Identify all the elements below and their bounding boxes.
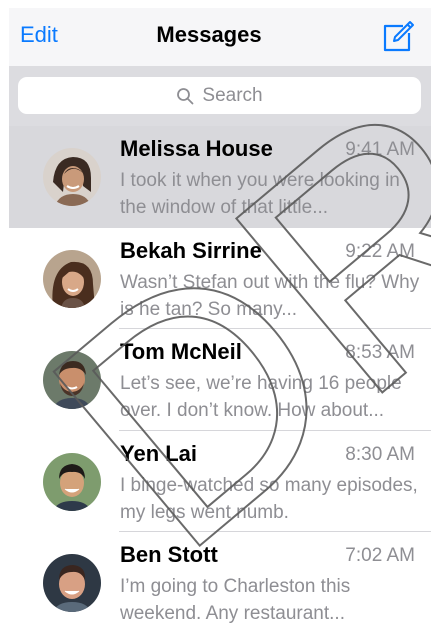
message-preview: I took it when you were looking in the w… xyxy=(120,170,400,218)
message-preview: Wasn’t Stefan out with the flu? Why is h… xyxy=(120,271,420,320)
messages-screen: Edit Messages Search Melissa House 9:41 … xyxy=(9,8,431,625)
message-time: 9:41 AM xyxy=(345,139,415,160)
conversation-row-tom-mcneil[interactable]: Tom McNeil 8:53 AM Let’s see, we’re havi… xyxy=(9,329,431,431)
contact-name: Bekah Sirrine xyxy=(120,237,262,263)
compose-icon[interactable] xyxy=(381,20,415,54)
message-time: 8:53 AM xyxy=(345,342,415,363)
message-time: 8:30 AM xyxy=(345,443,415,465)
conversation-row-melissa-house[interactable]: Melissa House 9:41 AM I took it when you… xyxy=(9,126,431,228)
message-preview: I’m going to Charleston this weekend. An… xyxy=(120,576,351,624)
page-title: Messages xyxy=(156,22,262,47)
search-bar: Search xyxy=(9,66,431,126)
avatar xyxy=(43,249,101,308)
avatar xyxy=(43,554,101,612)
contact-name: Ben Stott xyxy=(120,542,218,567)
contact-name: Tom McNeil xyxy=(120,339,242,364)
contact-name: Melissa House xyxy=(120,136,273,161)
avatar xyxy=(43,148,101,206)
conversation-list: Melissa House 9:41 AM I took it when you… xyxy=(9,126,431,625)
message-time: 9:22 AM xyxy=(345,240,415,262)
message-time: 7:02 AM xyxy=(345,545,415,566)
search-icon xyxy=(177,87,194,104)
search-input[interactable]: Search xyxy=(18,77,421,114)
contact-name: Yen Lai xyxy=(120,440,198,466)
conversation-row-bekah-sirrine[interactable]: Bekah Sirrine 9:22 AM Wasn’t Stefan out … xyxy=(9,227,431,329)
navigation-bar: Edit Messages Search xyxy=(9,8,431,126)
avatar xyxy=(43,452,101,511)
conversation-row-yen-lai[interactable]: Yen Lai 8:30 AM I binge-watched so many … xyxy=(9,430,431,532)
message-preview: I binge-watched so many episodes, my leg… xyxy=(120,474,418,523)
search-placeholder: Search xyxy=(202,84,263,106)
conversation-row-ben-stott[interactable]: Ben Stott 7:02 AM I’m going to Charlesto… xyxy=(9,532,431,625)
message-preview: Let’s see, we’re having 16 people over. … xyxy=(120,373,402,421)
avatar xyxy=(43,351,101,409)
